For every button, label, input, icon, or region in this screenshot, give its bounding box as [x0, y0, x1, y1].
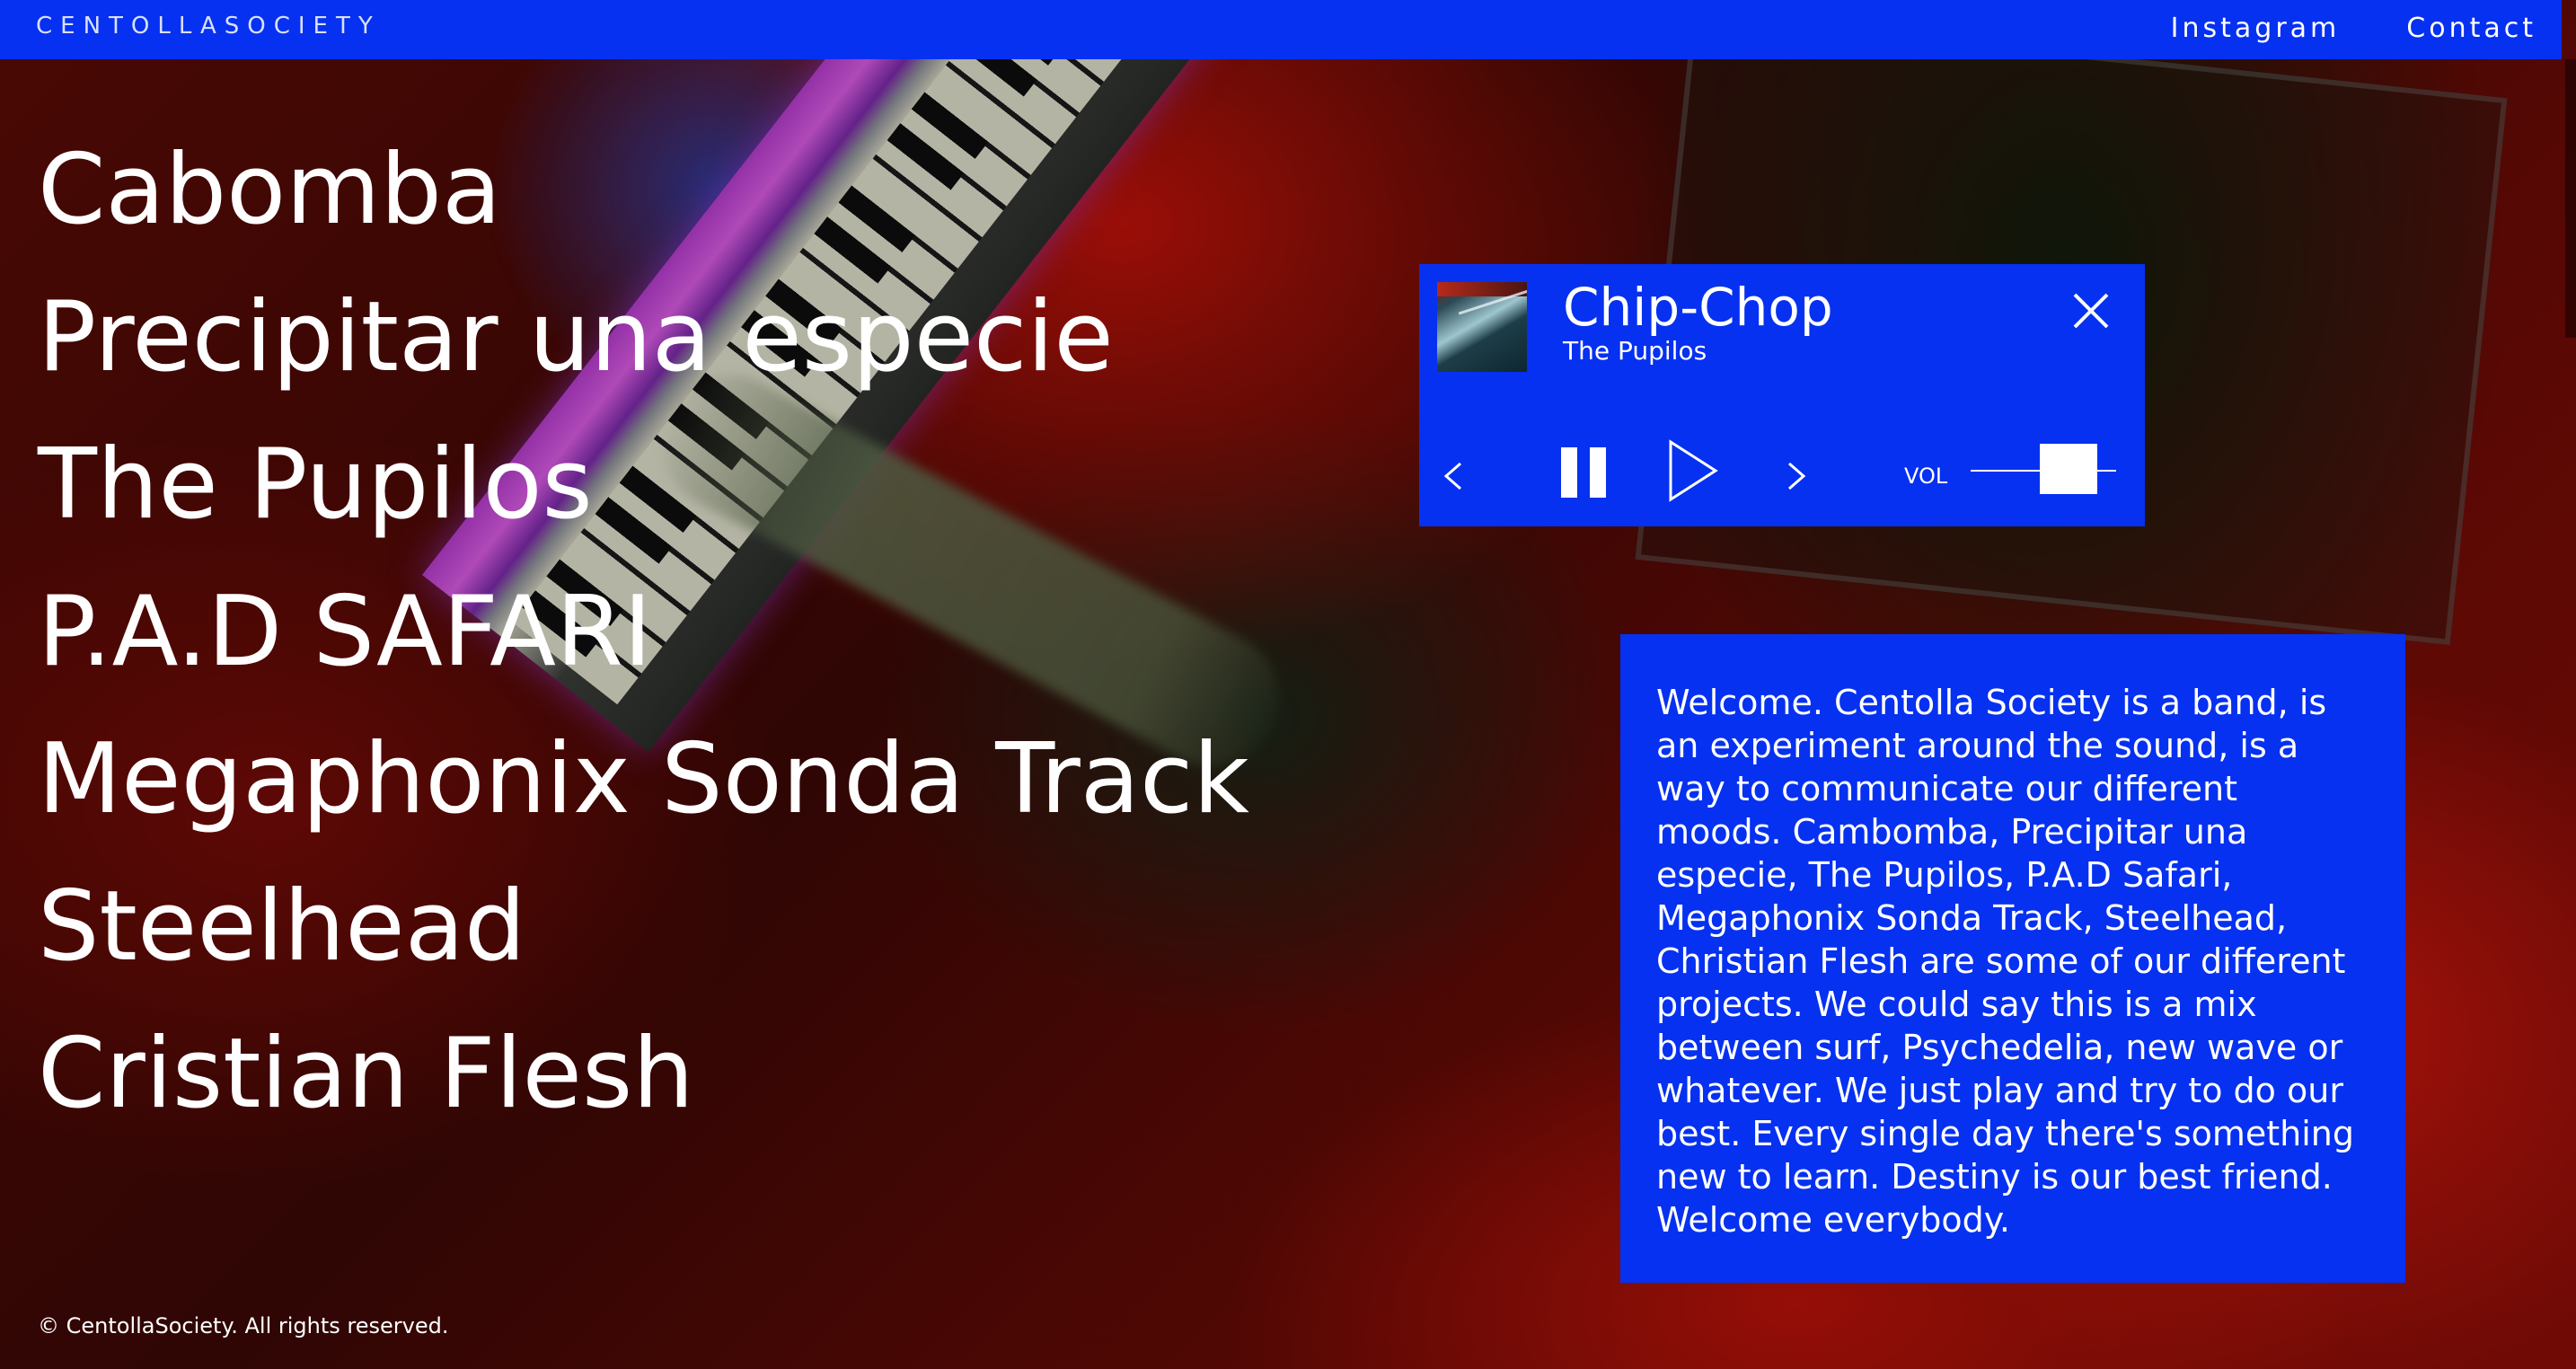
chevron-left-icon [1443, 462, 1461, 490]
project-link-pad-safari[interactable]: P.A.D SAFARI [38, 559, 1249, 706]
top-nav: Instagram Contact [2171, 13, 2536, 44]
page: CENTOLLASOCIETY Instagram Contact Cabomb… [0, 0, 2576, 1369]
project-link-megaphonix-sonda-track[interactable]: Megaphonix Sonda Track [38, 706, 1249, 853]
volume-label: VOL [1904, 464, 1948, 489]
close-icon [2073, 293, 2109, 329]
project-list: Cabomba Precipitar una especie The Pupil… [38, 117, 1249, 1148]
copyright-footer: © CentollaSociety. All rights reserved. [38, 1313, 449, 1338]
welcome-panel: Welcome. Centolla Society is a band, is … [1620, 634, 2405, 1283]
welcome-text: Welcome. Centolla Society is a band, is … [1656, 683, 2355, 1240]
volume-slider[interactable] [1967, 444, 2120, 498]
project-link-cristian-flesh[interactable]: Cristian Flesh [38, 1001, 1249, 1148]
project-link-cabomba[interactable]: Cabomba [38, 117, 1249, 264]
track-title: Chip-Chop [1563, 277, 1833, 338]
top-bar: CENTOLLASOCIETY Instagram Contact [0, 0, 2562, 59]
scrollbar-thumb[interactable] [2565, 59, 2576, 338]
album-cover [1437, 282, 1527, 372]
project-link-steelhead[interactable]: Steelhead [38, 853, 1249, 1001]
next-track-button[interactable] [1778, 449, 1814, 503]
track-artist: The Pupilos [1563, 336, 1707, 366]
nav-link-contact[interactable]: Contact [2406, 13, 2536, 44]
album-cover-detail [1458, 289, 1527, 358]
volume-thumb[interactable] [2039, 444, 2097, 494]
close-player-button[interactable] [2066, 286, 2116, 336]
project-link-the-pupilos[interactable]: The Pupilos [38, 411, 1249, 559]
brand-logo[interactable]: CENTOLLASOCIETY [36, 13, 381, 40]
nav-link-instagram[interactable]: Instagram [2171, 13, 2341, 44]
previous-track-button[interactable] [1434, 449, 1469, 503]
music-player: Chip-Chop The Pupilos VOL [1419, 264, 2145, 526]
play-button[interactable] [1662, 435, 1725, 507]
chevron-right-icon [1788, 462, 1806, 490]
pause-icon [1561, 447, 1606, 498]
pause-button[interactable] [1554, 440, 1617, 503]
play-icon [1669, 439, 1718, 502]
project-link-precipitar-una-especie[interactable]: Precipitar una especie [38, 264, 1249, 411]
